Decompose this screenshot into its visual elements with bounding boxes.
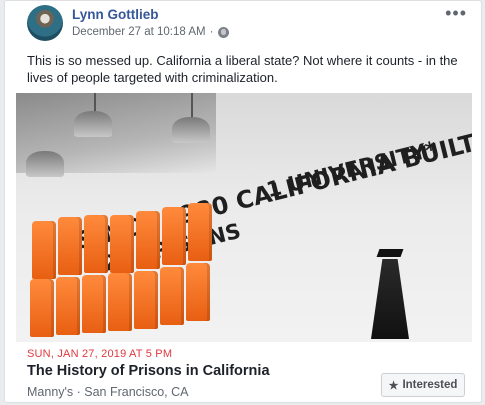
event-location: Manny's · San Francisco, CA bbox=[27, 385, 189, 399]
event-date: SUN, JAN 27, 2019 AT 5 PM bbox=[27, 348, 173, 360]
ceiling-lamp bbox=[74, 111, 112, 137]
interested-label: Interested bbox=[402, 379, 458, 391]
orange-jumpsuit bbox=[58, 217, 82, 275]
orange-jumpsuit bbox=[108, 273, 132, 331]
post-text: This is so messed up. California a liber… bbox=[27, 53, 458, 85]
light-wire bbox=[191, 93, 193, 119]
avatar[interactable] bbox=[27, 5, 63, 41]
post-card: Lynn Gottlieb December 27 at 10:18 AM · … bbox=[4, 0, 482, 403]
star-icon: ★ bbox=[388, 379, 399, 392]
orange-jumpsuit bbox=[160, 267, 184, 325]
orange-jumpsuit bbox=[30, 279, 54, 337]
ceiling-lamp bbox=[172, 117, 210, 143]
light-wire bbox=[94, 93, 96, 113]
event-photo[interactable]: SINCE 1980 CALIFORNIA BUILT 22 PRISONS 1… bbox=[16, 93, 472, 342]
orange-jumpsuit bbox=[84, 215, 108, 273]
author-name[interactable]: Lynn Gottlieb bbox=[72, 7, 159, 22]
orange-jumpsuit bbox=[82, 275, 106, 333]
ceiling-lamp bbox=[26, 151, 64, 177]
graduation-gown bbox=[371, 259, 409, 339]
orange-jumpsuit bbox=[188, 203, 212, 261]
prison-uniforms bbox=[30, 203, 225, 342]
graduation-cap bbox=[376, 249, 404, 257]
event-title[interactable]: The History of Prisons in California bbox=[27, 363, 270, 379]
timestamp[interactable]: December 27 at 10:18 AM bbox=[72, 26, 206, 38]
more-options-icon[interactable]: ••• bbox=[445, 3, 467, 24]
orange-jumpsuit bbox=[56, 277, 80, 335]
orange-jumpsuit bbox=[162, 207, 186, 265]
orange-jumpsuit bbox=[136, 211, 160, 269]
orange-jumpsuit bbox=[110, 215, 134, 273]
interested-button[interactable]: ★ Interested bbox=[381, 373, 465, 397]
orange-jumpsuit bbox=[134, 271, 158, 329]
globe-icon[interactable] bbox=[218, 26, 230, 38]
meta-separator: · bbox=[209, 26, 214, 38]
orange-jumpsuit bbox=[32, 221, 56, 279]
orange-jumpsuit bbox=[186, 263, 210, 321]
post-meta: December 27 at 10:18 AM · bbox=[72, 26, 230, 38]
